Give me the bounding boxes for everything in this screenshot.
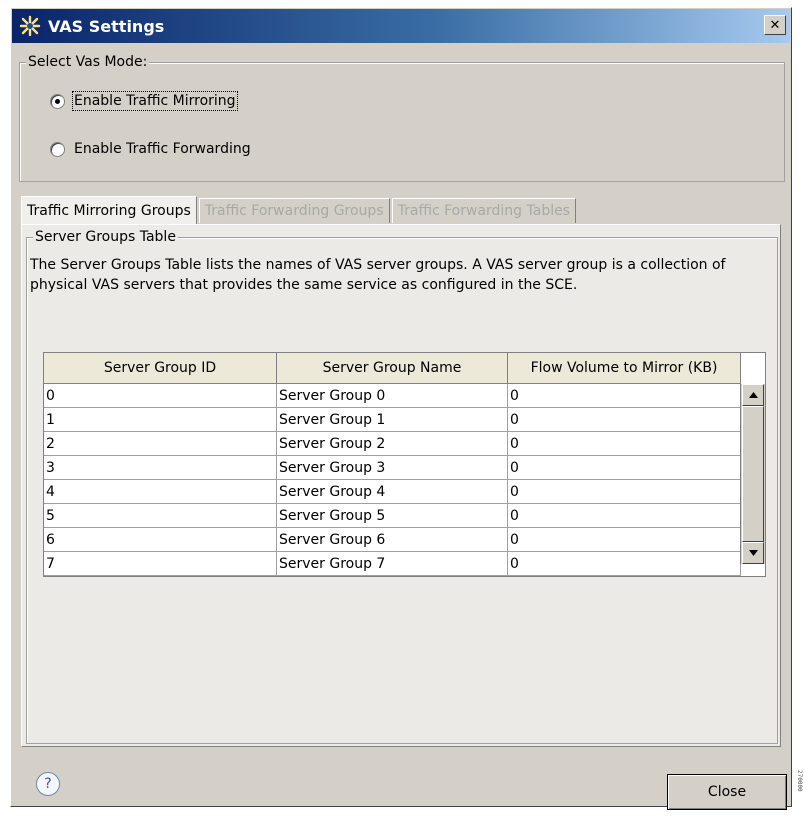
table-row[interactable]: 1 Server Group 1 0	[44, 407, 741, 432]
column-header-server-group-name[interactable]: Server Group Name	[276, 353, 508, 384]
table-row[interactable]: 6 Server Group 6 0	[44, 527, 741, 552]
scrollbar-thumb[interactable]	[742, 406, 764, 542]
cell-name[interactable]: Server Group 1	[276, 407, 508, 432]
cell-flow-volume[interactable]: 0	[507, 503, 741, 528]
radio-traffic-forwarding[interactable]: Enable Traffic Forwarding	[50, 141, 251, 157]
scroll-down-icon[interactable]	[742, 542, 764, 564]
cell-name[interactable]: Server Group 5	[276, 503, 508, 528]
server-groups-data-table: Server Group ID Server Group Name Flow V…	[44, 353, 741, 576]
cell-id[interactable]: 0	[44, 383, 277, 408]
cell-name[interactable]: Server Group 7	[276, 551, 508, 576]
cell-flow-volume[interactable]: 0	[507, 551, 741, 576]
vas-mode-group: Select Vas Mode: Enable Traffic Mirrorin…	[19, 53, 785, 182]
radio-label-mirroring[interactable]: Enable Traffic Mirroring	[72, 91, 238, 111]
cell-id[interactable]: 2	[44, 431, 277, 456]
table-row[interactable]: 4 Server Group 4 0	[44, 479, 741, 504]
tab-panel-mirroring-groups: Server Groups Table The Server Groups Ta…	[21, 224, 781, 747]
table-row[interactable]: 3 Server Group 3 0	[44, 455, 741, 480]
radio-button-mirroring[interactable]	[50, 93, 65, 109]
cell-id[interactable]: 3	[44, 455, 277, 480]
server-groups-description: The Server Groups Table lists the names …	[30, 257, 726, 293]
radio-button-forwarding[interactable]	[50, 141, 65, 157]
server-groups-legend: Server Groups Table	[33, 228, 178, 246]
table-vertical-scrollbar[interactable]	[740, 384, 765, 564]
app-icon	[18, 14, 42, 38]
help-glyph: ?	[44, 776, 52, 792]
cell-id[interactable]: 7	[44, 551, 277, 576]
table-header-row: Server Group ID Server Group Name Flow V…	[44, 353, 741, 384]
title-bar[interactable]: VAS Settings ✕	[12, 9, 790, 43]
help-icon[interactable]: ?	[36, 772, 60, 796]
vas-mode-legend: Select Vas Mode:	[26, 53, 150, 71]
cell-flow-volume[interactable]: 0	[507, 479, 741, 504]
cell-name[interactable]: Server Group 2	[276, 431, 508, 456]
cell-id[interactable]: 1	[44, 407, 277, 432]
cell-flow-volume[interactable]: 0	[507, 383, 741, 408]
cell-name[interactable]: Server Group 4	[276, 479, 508, 504]
side-stamp: 270000	[796, 770, 803, 792]
column-header-flow-volume[interactable]: Flow Volume to Mirror (KB)	[507, 353, 741, 384]
vas-settings-dialog: VAS Settings ✕ Select Vas Mode: Enable T…	[10, 7, 792, 810]
radio-label-forwarding[interactable]: Enable Traffic Forwarding	[74, 141, 251, 157]
cell-name[interactable]: Server Group 6	[276, 527, 508, 552]
tab-traffic-forwarding-tables[interactable]: Traffic Forwarding Tables	[391, 198, 577, 223]
window-close-icon[interactable]: ✕	[764, 15, 786, 35]
table-row[interactable]: 5 Server Group 5 0	[44, 503, 741, 528]
server-groups-table[interactable]: Server Group ID Server Group Name Flow V…	[43, 352, 766, 577]
scroll-up-icon[interactable]	[742, 384, 764, 406]
window-close-glyph: ✕	[769, 17, 781, 33]
tab-traffic-mirroring-groups[interactable]: Traffic Mirroring Groups	[21, 196, 197, 225]
table-row[interactable]: 2 Server Group 2 0	[44, 431, 741, 456]
cell-flow-volume[interactable]: 0	[507, 527, 741, 552]
cell-id[interactable]: 4	[44, 479, 277, 504]
cell-name[interactable]: Server Group 0	[276, 383, 508, 408]
radio-traffic-mirroring[interactable]: Enable Traffic Mirroring	[50, 91, 238, 111]
cell-flow-volume[interactable]: 0	[507, 455, 741, 480]
cell-name[interactable]: Server Group 3	[276, 455, 508, 480]
cell-flow-volume[interactable]: 0	[507, 431, 741, 456]
tab-bar: Traffic Mirroring Groups Traffic Forward…	[21, 196, 578, 225]
cell-id[interactable]: 6	[44, 527, 277, 552]
close-button[interactable]: Close	[667, 774, 787, 810]
column-header-server-group-id[interactable]: Server Group ID	[44, 353, 277, 384]
window-title: VAS Settings	[48, 16, 165, 36]
table-row[interactable]: 7 Server Group 7 0	[44, 551, 741, 576]
cell-flow-volume[interactable]: 0	[507, 407, 741, 432]
cell-id[interactable]: 5	[44, 503, 277, 528]
table-row[interactable]: 0 Server Group 0 0	[44, 383, 741, 408]
tab-traffic-forwarding-groups[interactable]: Traffic Forwarding Groups	[198, 198, 390, 223]
